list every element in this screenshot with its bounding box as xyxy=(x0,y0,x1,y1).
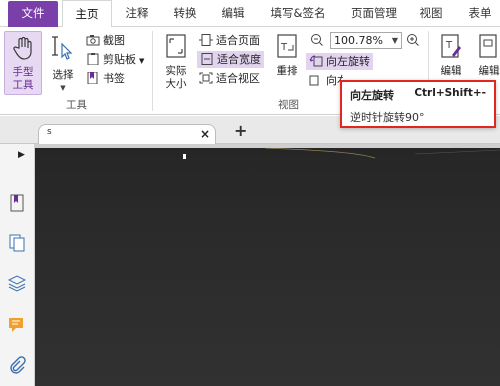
expand-sidebar-icon[interactable]: ▶ xyxy=(18,150,25,160)
tooltip-title: 向左旋转 xyxy=(350,89,394,102)
hand-tool-button[interactable]: 手型 工具 xyxy=(4,31,42,95)
tools-group-label: 工具 xyxy=(66,99,87,111)
bookmark-button[interactable]: 书签 xyxy=(86,70,125,87)
chevron-down-icon: ▼ xyxy=(60,84,66,92)
fit-visible-icon xyxy=(199,72,213,84)
actual-size-label-1: 实际 xyxy=(165,65,187,77)
chevron-down-icon: ▼ xyxy=(139,57,145,65)
tab-fill-sign[interactable]: 填写&签名 xyxy=(262,0,334,27)
hand-tool-label-1: 手型 xyxy=(12,66,34,78)
tooltip-shortcut: Ctrl+Shift+- xyxy=(414,87,486,99)
page-decorative-lines xyxy=(183,147,500,159)
bookmark-panel-icon[interactable] xyxy=(8,194,26,212)
tab-form[interactable]: 表单 xyxy=(460,0,500,27)
zoom-in-icon[interactable] xyxy=(406,33,420,47)
clipboard-icon xyxy=(87,53,99,65)
cursor-text-icon xyxy=(52,36,73,60)
clipboard-button[interactable]: 剪贴板 ▼ xyxy=(86,51,144,68)
pages-panel-icon[interactable] xyxy=(8,234,26,252)
menu-bar: 文件 主页 注释 转换 编辑 填写&签名 页面管理 视图 表单 xyxy=(0,0,500,28)
fit-width-button[interactable]: 适合宽度 xyxy=(197,51,264,68)
tab-edit[interactable]: 编辑 xyxy=(213,0,253,27)
tab-page-management[interactable]: 页面管理 xyxy=(343,0,405,27)
reflow-icon: T xyxy=(277,34,297,58)
rotate-right-icon xyxy=(309,75,319,86)
fit-width-icon xyxy=(201,53,213,65)
reflow-button[interactable]: T 重排 xyxy=(272,33,302,93)
tab-view[interactable]: 视图 xyxy=(413,0,449,27)
tab-convert[interactable]: 转换 xyxy=(165,0,205,27)
rotate-left-icon xyxy=(309,55,323,67)
rotate-right-button[interactable]: 向右旋转 xyxy=(309,72,343,89)
edit-text-icon: T xyxy=(441,34,461,58)
layers-panel-icon[interactable] xyxy=(8,274,26,292)
rotate-left-tooltip: 向左旋转 Ctrl+Shift+- 逆时针旋转90° xyxy=(340,80,496,128)
document-view[interactable] xyxy=(35,144,500,386)
reflow-label: 重排 xyxy=(276,65,298,77)
attachment-icon[interactable] xyxy=(8,356,26,374)
document-page[interactable] xyxy=(35,144,500,386)
new-tab-plus-icon[interactable]: + xyxy=(234,121,247,140)
view-group-label: 视图 xyxy=(278,99,299,111)
screenshot-button[interactable]: 截图 xyxy=(86,32,125,49)
hand-tool-label-2: 工具 xyxy=(12,79,34,91)
zoom-level-select[interactable]: 100.78% ▼ xyxy=(330,32,402,49)
svg-text:T: T xyxy=(445,40,453,51)
tab-comment[interactable]: 注释 xyxy=(117,0,157,27)
tooltip-description: 逆时针旋转90° xyxy=(350,111,425,124)
edit-object-label: 编辑 xyxy=(478,65,500,77)
actual-size-icon xyxy=(166,34,186,58)
rotate-left-button[interactable]: 向左旋转 xyxy=(306,53,373,70)
fit-visible-button[interactable]: 适合视区 xyxy=(199,70,260,87)
document-tab[interactable]: s × xyxy=(38,124,216,145)
fit-page-icon xyxy=(199,34,213,46)
select-tool-button[interactable]: 选择 ▼ xyxy=(46,33,80,93)
chevron-down-icon: ▼ xyxy=(391,36,398,45)
tab-file[interactable]: 文件 xyxy=(8,1,58,27)
fit-page-button[interactable]: 适合页面 xyxy=(199,32,260,49)
zoom-level-value: 100.78% xyxy=(334,34,383,47)
actual-size-button[interactable]: 实际 大小 xyxy=(158,33,194,93)
actual-size-label-2: 大小 xyxy=(165,78,187,90)
group-divider xyxy=(152,31,153,111)
document-tab-title: s xyxy=(47,127,52,137)
select-tool-label: 选择 xyxy=(52,69,74,81)
edit-object-icon xyxy=(479,34,497,58)
hand-icon xyxy=(13,36,32,60)
svg-text:T: T xyxy=(280,42,288,53)
zoom-out-icon[interactable] xyxy=(310,33,324,47)
camera-icon xyxy=(86,35,100,46)
bookmark-icon xyxy=(87,72,98,84)
close-icon[interactable]: × xyxy=(200,127,210,141)
edit-text-label: 编辑 xyxy=(440,65,462,77)
left-sidebar: ▶ xyxy=(0,144,35,386)
tab-home[interactable]: 主页 xyxy=(62,0,112,28)
comments-panel-icon[interactable] xyxy=(8,316,26,334)
